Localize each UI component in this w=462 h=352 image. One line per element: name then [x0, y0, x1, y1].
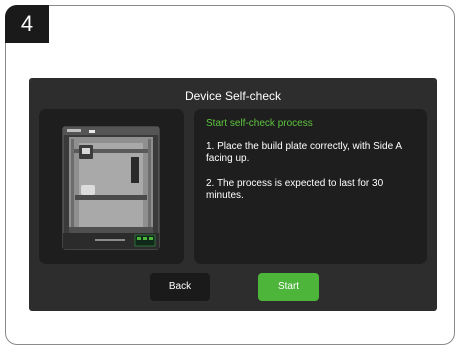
device-screen: Device Self-check Start self-check proce… [29, 78, 437, 311]
step-number-badge: 4 [5, 5, 49, 43]
printer-illustration-icon [62, 126, 160, 250]
instruction-step: 1. Place the build plate correctly, with… [206, 141, 402, 164]
screen-title: Device Self-check [184, 89, 282, 103]
instruction-step: 2. The process is expected to last for 3… [206, 178, 384, 201]
back-button[interactable]: Back [150, 273, 210, 301]
info-panel: Start self-check process 1. Place the bu… [194, 109, 427, 264]
process-heading: Start self-check process [206, 118, 313, 129]
start-button[interactable]: Start [258, 273, 319, 301]
device-image-panel [39, 109, 184, 264]
